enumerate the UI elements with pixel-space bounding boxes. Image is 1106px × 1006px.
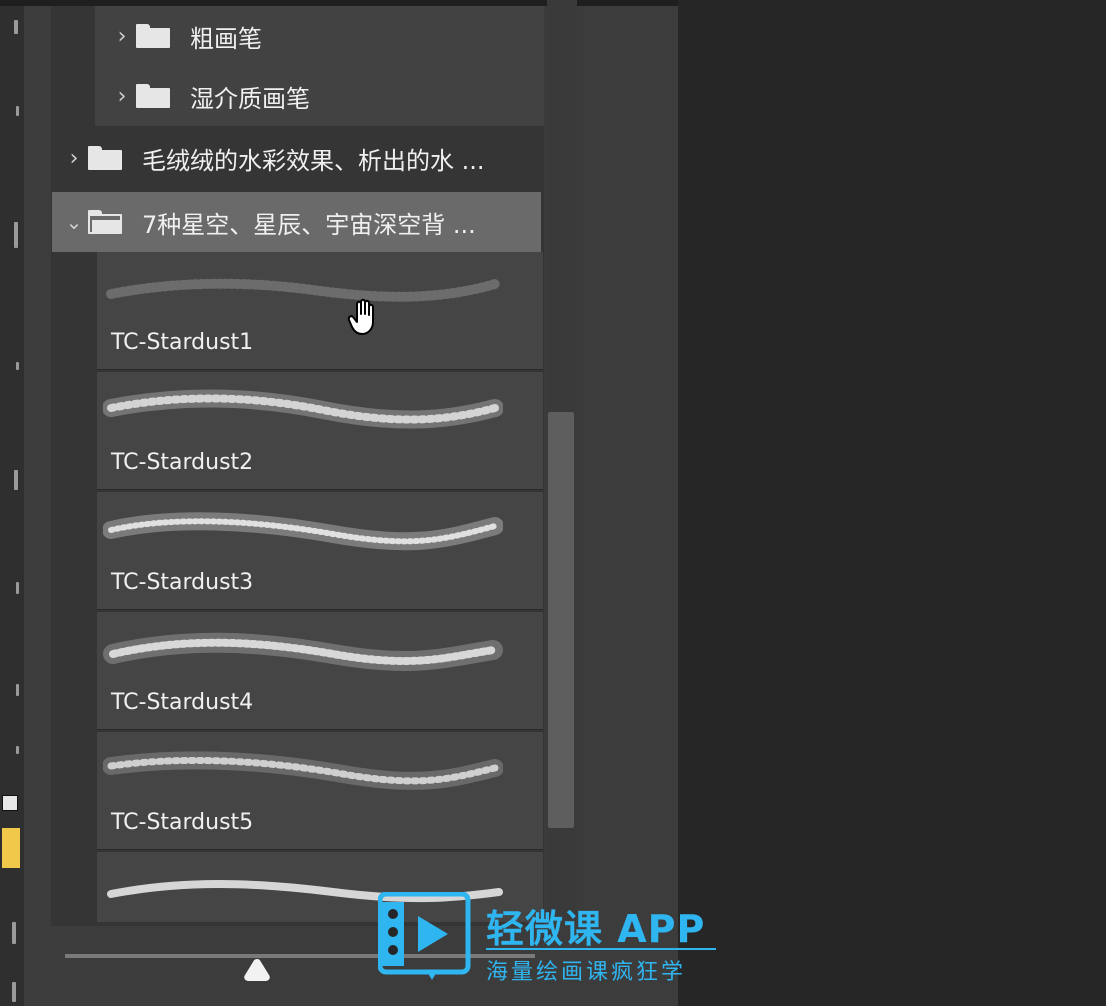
folder-icon [136, 84, 170, 108]
tree-row-label: 毛绒绒的水彩效果、析出的水 ... [142, 146, 485, 175]
tool-mark [16, 582, 19, 594]
tree-row-coarse-brushes[interactable]: › 粗画笔 [108, 6, 555, 66]
tree-row-watercolor-group[interactable]: › 毛绒绒的水彩效果、析出的水 ... [60, 128, 540, 188]
brush-stroke-preview [103, 512, 503, 551]
chevron-down-icon[interactable]: ⌄ [60, 210, 88, 234]
brush-stroke-preview [103, 389, 503, 429]
watermark-subtitle: 海量绘画课疯狂学 [486, 960, 687, 985]
tool-mark [16, 362, 19, 370]
brush-name: TC-Stardust3 [111, 570, 254, 595]
tool-mark [14, 20, 18, 34]
folder-icon [88, 146, 122, 170]
tree-row-label: 7种星空、星辰、宇宙深空背 ... [142, 210, 476, 239]
brush-item[interactable]: TC-Stardust4 [97, 612, 543, 730]
hand-cursor-icon [347, 298, 374, 335]
brush-name: TC-Stardust4 [111, 690, 254, 715]
tree-row-stardust-group[interactable]: ⌄ 7种星空、星辰、宇宙深空背 ... [52, 192, 541, 252]
chevron-right-icon[interactable]: › [60, 146, 88, 171]
default-colors-icon[interactable] [2, 795, 18, 811]
tool-mark [16, 684, 19, 696]
watermark-divider [486, 948, 716, 950]
folder-icon [136, 24, 170, 48]
folder-open-icon [88, 210, 122, 234]
watermark-title: 轻微课 APP [486, 907, 706, 951]
foreground-color-swatch[interactable] [2, 828, 20, 868]
tool-mark [14, 222, 18, 248]
chevron-right-icon[interactable]: › [108, 84, 136, 109]
play-logo-icon [378, 892, 471, 980]
tool-mark [14, 470, 18, 490]
watermark: 轻微课 APP 海量绘画课疯狂学 [378, 892, 723, 988]
tool-mark [12, 982, 16, 1002]
brush-name: TC-Stardust1 [111, 330, 254, 355]
brush-stroke-preview [103, 751, 503, 790]
tool-mark [12, 922, 16, 944]
brush-list: TC-Stardust1 TC-Stardust2 TC-Stardust3 T… [97, 252, 543, 922]
brush-name: TC-Stardust2 [111, 450, 254, 475]
tools-strip [0, 0, 24, 1006]
tree-row-label: 湿介质画笔 [190, 84, 310, 113]
brush-item[interactable]: TC-Stardust1 [97, 252, 543, 370]
slider-thumb-icon[interactable] [243, 958, 271, 982]
brush-item[interactable]: TC-Stardust2 [97, 372, 543, 490]
tool-mark [16, 746, 19, 754]
brush-stroke-preview [106, 278, 500, 302]
brush-item[interactable]: TC-Stardust3 [97, 492, 543, 610]
chevron-right-icon[interactable]: › [108, 24, 136, 49]
brush-item[interactable]: TC-Stardust5 [97, 732, 543, 850]
brush-name: TC-Stardust5 [111, 810, 254, 835]
scrollbar-thumb[interactable] [548, 412, 574, 828]
tree-row-wet-media-brushes[interactable]: › 湿介质画笔 [108, 66, 555, 126]
tree-row-label: 粗画笔 [190, 24, 262, 53]
canvas-area[interactable] [679, 0, 1106, 1006]
brush-stroke-preview [103, 632, 503, 671]
tool-mark [16, 106, 19, 116]
